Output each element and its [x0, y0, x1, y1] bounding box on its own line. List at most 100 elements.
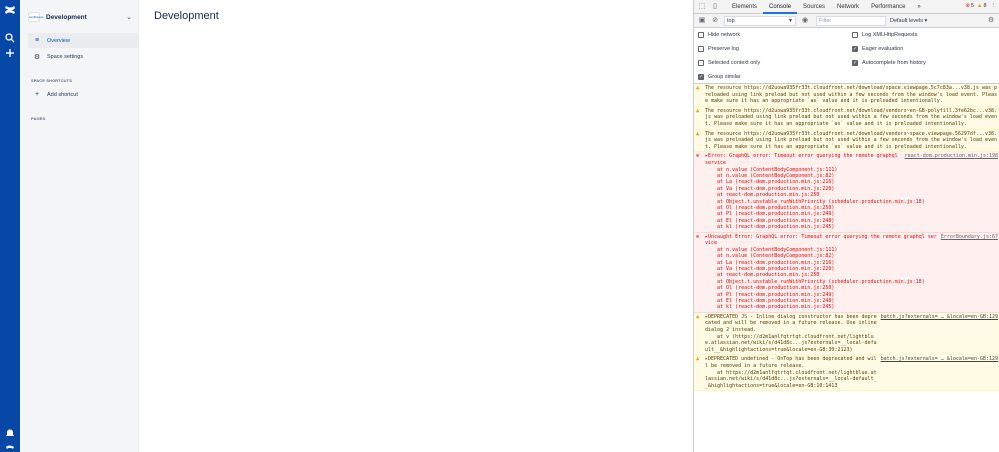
warning-icon: ▲ — [696, 130, 700, 137]
sidebar-item-label: Space settings — [47, 53, 84, 60]
console-settings: Hide network Preserve log Selected conte… — [694, 28, 999, 84]
device-toolbar-icon[interactable]: ▯ — [710, 2, 720, 12]
checkbox-label: Hide network — [708, 32, 741, 38]
tab-sources[interactable]: Sources — [797, 0, 831, 14]
sidebar-item-space-settings[interactable]: ⚙ Space settings — [28, 49, 138, 64]
console-message-warn[interactable]: ▲ The resource https://d2uowa935fr33t.clo… — [694, 129, 999, 153]
sidebar-toggle-icon[interactable]: ▣ — [697, 16, 707, 26]
warning-icon: ▲ — [976, 3, 983, 9]
selected-context-checkbox[interactable]: Selected context only — [698, 60, 760, 66]
gear-icon: ⚙ — [33, 53, 41, 61]
checkbox-label: Autocomplete from history — [862, 60, 926, 66]
console-toolbar: ▣ ⊘ top ▼ ◉ Filter Default levels ▾ ⚙ — [694, 14, 999, 28]
inspect-element-icon[interactable]: ⬚ — [697, 2, 707, 12]
console-message-text: The resource https://d2uowa935fr33t.clou… — [705, 85, 997, 105]
warning-icon: ▲ — [696, 107, 700, 114]
console-message-error[interactable]: ⊗ ▸Uncaught Error: GraphQL error: Timeout… — [694, 232, 999, 313]
app-switcher-icon[interactable] — [3, 441, 17, 452]
console-message-warn[interactable]: ▲ ▸DEPRECATED JS - Inline dialog construc… — [694, 312, 999, 356]
console-message-body: ▸Uncaught Error: GraphQL error: Timeout … — [705, 234, 998, 311]
console-source-link[interactable]: react-dom.production.min.js:198 — [905, 153, 998, 166]
console-message-text: The resource https://d2uowa935fr33t.clou… — [705, 107, 997, 127]
context-value: top — [727, 17, 735, 24]
sidebar-item-label: Overview — [47, 37, 70, 44]
more-tabs-icon[interactable]: » — [911, 0, 926, 14]
checkbox-icon — [698, 32, 704, 38]
eager-evaluation-checkbox[interactable]: ✓ Eager evaluation — [852, 46, 903, 52]
default-levels-dropdown[interactable]: Default levels ▾ — [890, 18, 927, 24]
space-sidebar: confluence Development ⌄ ≡ Overview ⚙ Sp… — [20, 0, 138, 452]
checkbox-checked-icon: ✓ — [698, 74, 704, 80]
devtools-panel: ⬚ ▯ Elements Console Sources Network Per… — [693, 0, 999, 452]
error-icon: ⊗ — [696, 153, 700, 160]
notifications-icon[interactable] — [3, 428, 17, 442]
console-message-body: ▸DEPRECATED undefined - OnTop has been d… — [705, 356, 998, 389]
add-shortcut-button[interactable]: + Add shortcut — [28, 87, 138, 102]
chevron-down-icon[interactable]: ⌄ — [126, 13, 132, 21]
issue-counts[interactable]: ⊗ 5 ▲ 8 ⋮ — [965, 3, 996, 9]
checkbox-icon — [852, 32, 858, 38]
search-icon[interactable] — [3, 33, 17, 47]
global-nav — [0, 0, 20, 452]
checkbox-label: Group similar — [708, 74, 741, 80]
tab-network[interactable]: Network — [831, 0, 865, 14]
console-message-text: ▸Error: GraphQL error: Timeout error que… — [705, 153, 901, 166]
checkbox-label: Preserve log — [708, 46, 739, 52]
console-source-link[interactable]: batch.js?externals=_…_&locale=en-GB:129 — [881, 356, 998, 389]
error-icon: ⊗ — [965, 3, 970, 9]
warning-icon: ▲ — [696, 85, 700, 91]
page-title: Development — [154, 10, 219, 22]
console-message-warn[interactable]: ▲ The resource https://d2uowa935fr33t.clo… — [694, 84, 999, 107]
stack-frame[interactable]: at kl (react-dom.production.min.js:245) — [705, 304, 998, 310]
console-message-body: The resource https://d2uowa935fr33t.clou… — [705, 131, 998, 151]
space-shortcuts-heading: SPACE SHORTCUTS — [31, 78, 72, 83]
stack-frame[interactable]: at kl (react-dom.production.min.js:245) — [705, 224, 998, 230]
console-message-warn[interactable]: ▲ The resource https://d2uowa935fr33t.clo… — [694, 106, 999, 130]
console-settings-gear-icon[interactable]: ⚙ — [986, 16, 996, 26]
checkbox-label: Eager evaluation — [862, 46, 904, 52]
main-content: Development — [138, 0, 693, 452]
console-source-link[interactable]: batch.js?externals=_…_&locale=en-GB:129 — [881, 314, 998, 354]
console-message-warn[interactable]: ▲ ▸DEPRECATED undefined - OnTop has been … — [694, 355, 999, 392]
console-messages: ▲ The resource https://d2uowa935fr33t.clo… — [694, 84, 999, 452]
tab-console[interactable]: Console — [763, 0, 798, 14]
console-message-body: The resource https://d2uowa935fr33t.clou… — [705, 108, 998, 128]
preserve-log-checkbox[interactable]: Preserve log — [698, 46, 739, 52]
hide-network-checkbox[interactable]: Hide network — [698, 32, 740, 38]
console-message-text: The resource https://d2uowa935fr33t.clou… — [705, 130, 997, 150]
warning-count: 8 — [983, 3, 987, 9]
error-count: 5 — [970, 3, 974, 9]
console-message-text: ▸Uncaught Error: GraphQL error: Timeout … — [705, 233, 937, 247]
tab-performance[interactable]: Performance — [865, 0, 911, 14]
context-select[interactable]: top ▼ — [724, 15, 796, 26]
confluence-logo-icon[interactable] — [3, 4, 17, 18]
kebab-menu-icon[interactable]: ⋮ — [991, 3, 997, 9]
error-icon: ⊗ — [696, 233, 700, 240]
devtools-tabbar: ⬚ ▯ Elements Console Sources Network Per… — [694, 0, 999, 14]
checkbox-checked-icon: ✓ — [852, 46, 858, 52]
add-shortcut-label: Add shortcut — [47, 91, 78, 98]
console-message-text: ▸DEPRECATED JS - Inline dialog construct… — [705, 313, 877, 353]
checkbox-checked-icon: ✓ — [852, 60, 858, 66]
plus-icon: + — [34, 91, 40, 98]
create-plus-icon[interactable] — [3, 48, 17, 62]
console-message-error[interactable]: ⊗ ▸Error: GraphQL error: Timeout error qu… — [694, 152, 999, 233]
clear-console-icon[interactable]: ⊘ — [710, 16, 720, 26]
checkbox-label: Selected context only — [708, 60, 761, 66]
live-expression-eye-icon[interactable]: ◉ — [800, 16, 810, 26]
warning-icon: ▲ — [696, 313, 700, 320]
group-similar-checkbox[interactable]: ✓ Group similar — [698, 74, 741, 80]
sidebar-item-overview[interactable]: ≡ Overview — [28, 33, 138, 48]
caret-down-icon: ▼ — [788, 17, 793, 24]
console-message-body: ▸DEPRECATED JS - Inline dialog construct… — [705, 314, 998, 354]
space-header[interactable]: confluence Development ⌄ — [28, 11, 132, 23]
console-message-body: ▸Error: GraphQL error: Timeout error que… — [705, 153, 998, 230]
warning-icon: ▲ — [696, 356, 700, 363]
autocomplete-checkbox[interactable]: ✓ Autocomplete from history — [852, 60, 926, 66]
tab-elements[interactable]: Elements — [726, 0, 763, 14]
filter-input[interactable]: Filter — [816, 15, 886, 26]
console-source-link[interactable]: ErrorBoundary.js:67 — [941, 234, 998, 247]
pages-heading: PAGES — [31, 116, 46, 121]
checkbox-icon — [698, 46, 704, 52]
log-xhr-checkbox[interactable]: Log XMLHttpRequests — [852, 32, 917, 38]
